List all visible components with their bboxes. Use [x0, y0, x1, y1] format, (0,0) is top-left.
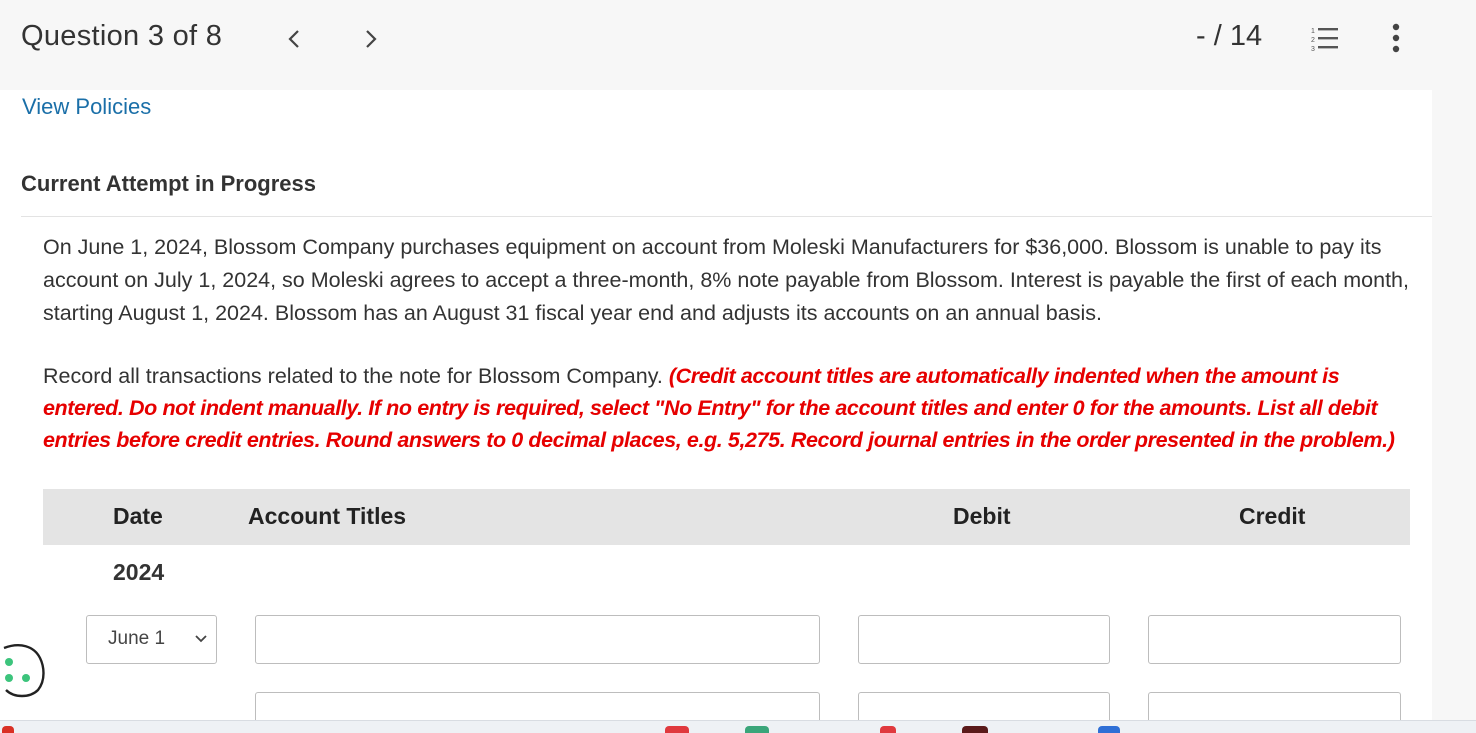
app-icon[interactable] — [665, 726, 689, 733]
credit-input[interactable] — [1148, 692, 1401, 722]
score-display: - / 14 — [1196, 20, 1263, 52]
app-icon[interactable] — [1098, 726, 1120, 733]
journal-year: 2024 — [113, 559, 165, 585]
question-header: Question 3 of 8 - / 14 1 2 3 — [0, 0, 1476, 90]
instructions-lead: Record all transactions related to the n… — [43, 364, 669, 388]
debit-input[interactable] — [858, 615, 1110, 664]
date-column-header: Date — [113, 503, 163, 529]
attempt-status-heading: Current Attempt in Progress — [21, 171, 317, 196]
problem-statement: On June 1, 2024, Blossom Company purchas… — [43, 235, 1409, 325]
notification-badge-icon — [2, 726, 14, 733]
debit-column-header: Debit — [953, 503, 1011, 529]
view-policies-link[interactable]: View Policies — [22, 94, 151, 120]
date-dropdown[interactable]: June 1 — [86, 615, 217, 664]
app-icon[interactable] — [962, 726, 988, 733]
svg-text:1: 1 — [1311, 28, 1315, 35]
chevron-left-icon — [288, 30, 299, 48]
chevron-right-icon — [366, 30, 377, 48]
date-dropdown-value: June 1 — [108, 628, 166, 649]
instructions: Record all transactions related to the n… — [43, 360, 1413, 456]
svg-text:2: 2 — [1311, 37, 1315, 44]
account-title-input[interactable] — [255, 615, 820, 664]
debit-input[interactable] — [858, 692, 1110, 722]
app-icon[interactable] — [745, 726, 769, 733]
credit-column-header: Credit — [1239, 503, 1306, 529]
credit-input[interactable] — [1148, 615, 1401, 664]
previous-question-button[interactable] — [279, 22, 309, 56]
more-vertical-icon[interactable] — [1386, 22, 1406, 56]
account-title-input[interactable] — [255, 692, 820, 722]
cookie-settings-icon[interactable] — [0, 640, 48, 702]
chevron-down-icon — [195, 635, 207, 643]
scroll-gutter — [1432, 90, 1476, 720]
question-counter: Question 3 of 8 — [21, 20, 223, 52]
numbered-list-icon[interactable]: 1 2 3 — [1310, 25, 1340, 53]
app-icon[interactable] — [880, 726, 896, 733]
os-taskbar — [0, 720, 1476, 733]
section-divider — [21, 216, 1432, 217]
journal-table-header: Date Account Titles Debit Credit — [43, 489, 1410, 545]
next-question-button[interactable] — [356, 22, 386, 56]
account-titles-column-header: Account Titles — [248, 503, 407, 529]
svg-text:3: 3 — [1311, 46, 1315, 53]
